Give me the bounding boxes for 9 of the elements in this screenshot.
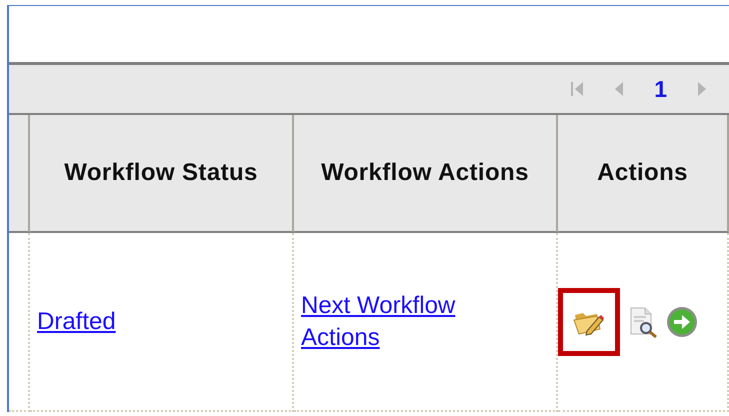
status-link[interactable]: Drafted (37, 308, 116, 336)
workflow-actions-link[interactable]: Next Workflow Actions (301, 290, 501, 354)
folder-pencil-icon[interactable] (573, 312, 604, 336)
column-header: Actions (558, 115, 729, 233)
arrow-circle-icon[interactable] (667, 306, 697, 336)
column-header: Workflow Actions (294, 115, 558, 233)
document-magnifier-icon[interactable] (630, 307, 657, 338)
column-header: Workflow Status (30, 115, 294, 233)
page-number[interactable]: 1 (654, 76, 667, 102)
